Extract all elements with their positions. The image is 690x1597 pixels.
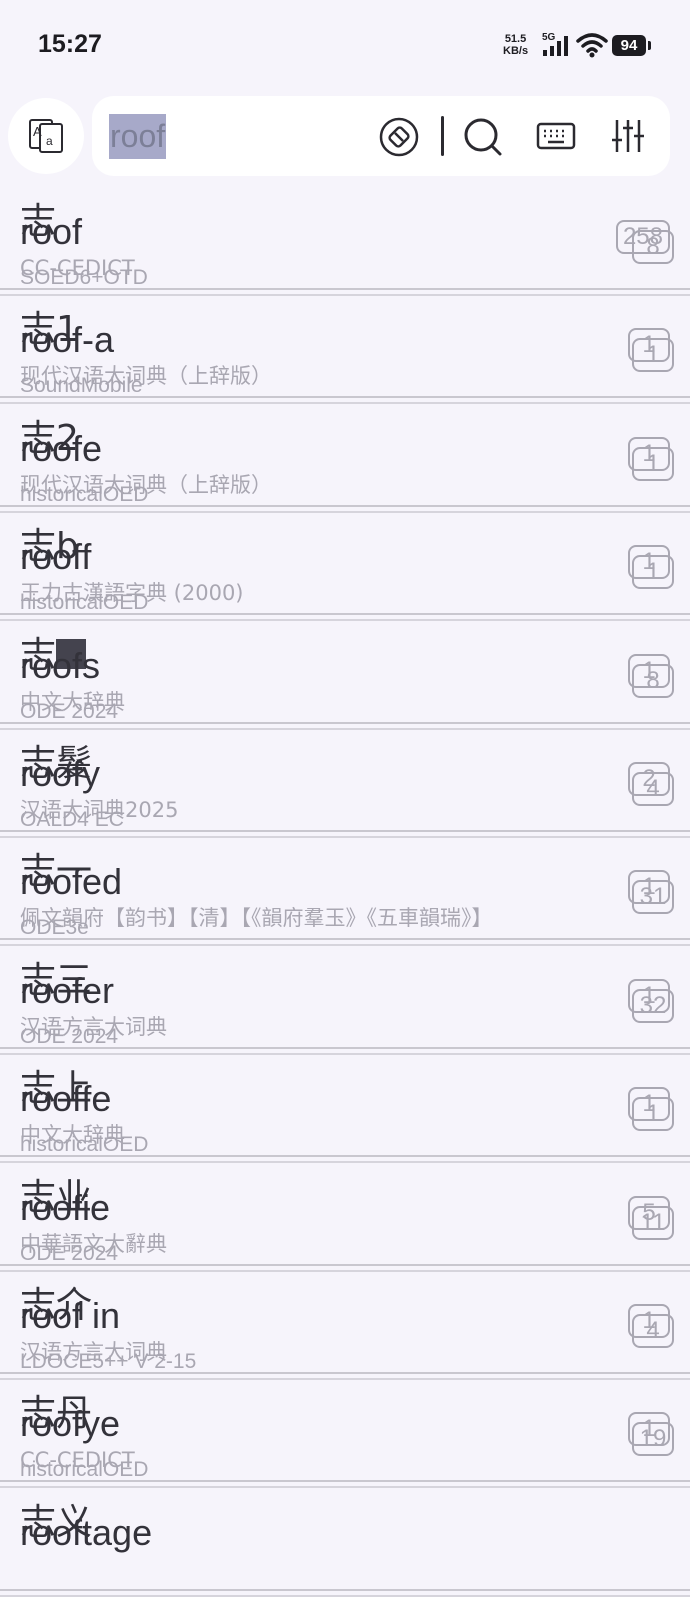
network-speed-unit: KB/s [503, 45, 529, 57]
result-row[interactable]: 志上 rooffe 中文大辞典 historicalOED 1 1 [0, 1051, 690, 1163]
row-divider [0, 1589, 690, 1591]
language-toggle-icon: A a [29, 119, 63, 153]
dictionary-name: ODE 2024 [20, 1025, 119, 1048]
row-divider [0, 722, 690, 724]
headword: roofe [20, 428, 103, 469]
dictionary-name: ODE3e [20, 916, 89, 939]
search-icon[interactable] [462, 116, 504, 158]
headword: rooftage [20, 1512, 153, 1553]
ghost-dictionary-name: 佩文韻府【韵书】【清】【《韻府羣玉》《五車韻瑞》】 [20, 906, 493, 930]
count-badge: 8 [632, 230, 674, 264]
result-row[interactable]: 志1 roof-a 现代汉语大词典（上辞版） SoundMobile 1 1 [0, 292, 690, 404]
dictionary-name: ODE 2024 [20, 1242, 119, 1265]
row-divider [0, 1047, 690, 1049]
result-row[interactable]: 志 roof CC-CEDICT SOED6+OTD 258 8 [0, 184, 690, 296]
headword: roof [20, 211, 83, 252]
result-row[interactable]: 志丹 roofye CC-CEDICT historicalOED 1 19 [0, 1376, 690, 1488]
headword: roofs [20, 645, 101, 686]
result-row[interactable]: 志b rooff 王力古漢語字典 (2000) historicalOED 1 1 [0, 509, 690, 621]
status-time: 15:27 [38, 30, 102, 58]
wifi-icon [576, 32, 608, 62]
dictionary-name: OALD4 EC [20, 808, 124, 831]
headword: roofye [20, 1403, 121, 1444]
row-divider [0, 613, 690, 615]
row-divider [0, 288, 690, 290]
headword: roof in [20, 1295, 121, 1336]
count-badge: 31 [632, 880, 674, 914]
result-row[interactable]: 志业 roofie 中華語文大辭典 ODE 2024 5 11 [0, 1160, 690, 1272]
dictionary-name: historicalOED [20, 483, 149, 506]
result-row[interactable]: 志一 roofed 佩文韻府【韵书】【清】【《韻府羣玉》《五車韻瑞》】 ODE3e 1 3… [0, 834, 690, 946]
count-badge: 1 [632, 1097, 674, 1131]
sliders-icon[interactable] [608, 116, 648, 156]
count-badge: 1 [632, 447, 674, 481]
row-divider [0, 1372, 690, 1374]
network-speed: 51.5 KB/s [503, 33, 528, 57]
headword: roofie [20, 1187, 111, 1228]
count-badge: 1 [632, 338, 674, 372]
result-row[interactable]: 志 roofs 中文大辞典 ODE 2024 1 8 [0, 618, 690, 730]
result-row[interactable]: 志髮 roofy 汉语大词典2025 OALD4 EC 2 4 [0, 726, 690, 838]
dictionary-name: ODE 2024 [20, 700, 119, 723]
status-bar: 15:27 51.5 KB/s 5G 94 [0, 0, 690, 92]
headword: rooffe [20, 1078, 112, 1119]
result-row[interactable]: 志2 roofe 现代汉语大词典（上辞版） historicalOED 1 1 [0, 401, 690, 513]
row-divider [0, 396, 690, 398]
dictionary-name: historicalOED [20, 1133, 149, 1156]
svg-text:a: a [46, 134, 53, 148]
headword: roofy [20, 753, 101, 794]
search-box[interactable]: roof [92, 96, 670, 176]
result-row[interactable]: 志介 roof in 汉语方言大词典 LDOCE5++ V 2-15 1 4 [0, 1268, 690, 1380]
keyboard-icon[interactable] [536, 116, 576, 156]
row-divider [0, 830, 690, 832]
headword: roofer [20, 970, 115, 1011]
headword: rooff [20, 536, 92, 577]
row-divider [0, 1264, 690, 1266]
result-row[interactable]: 志三 roofer 汉语方言大词典 ODE 2024 1 32 [0, 943, 690, 1055]
dictionary-name: SoundMobile [20, 374, 143, 397]
svg-text:A: A [33, 124, 42, 139]
clear-eraser-icon[interactable] [378, 116, 420, 158]
count-badge: 4 [632, 772, 674, 806]
dictionary-name: SOED6+OTD [20, 266, 148, 289]
headword: roof-a [20, 319, 115, 360]
row-divider [0, 1155, 690, 1157]
dictionary-name: historicalOED [20, 1458, 149, 1481]
dictionary-name: LDOCE5++ V 2-15 [20, 1350, 197, 1373]
row-divider [0, 938, 690, 940]
row-divider [0, 505, 690, 507]
dictionary-name: historicalOED [20, 591, 149, 614]
language-toggle-button[interactable]: A a [8, 98, 84, 174]
result-row[interactable]: 志义 rooftage [0, 1485, 690, 1597]
count-badge: 1 [632, 555, 674, 589]
row-divider [0, 1480, 690, 1482]
count-badge: 19 [632, 1422, 674, 1456]
count-badge: 4 [632, 1314, 674, 1348]
count-badge: 32 [632, 989, 674, 1023]
network-speed-value: 51.5 [504, 33, 527, 45]
count-badge: 11 [632, 1206, 674, 1240]
battery-indicator: 94 [612, 35, 651, 56]
search-input[interactable]: roof [109, 114, 167, 159]
count-badge: 8 [632, 664, 674, 698]
headword: roofed [20, 861, 123, 902]
search-divider [441, 116, 444, 156]
